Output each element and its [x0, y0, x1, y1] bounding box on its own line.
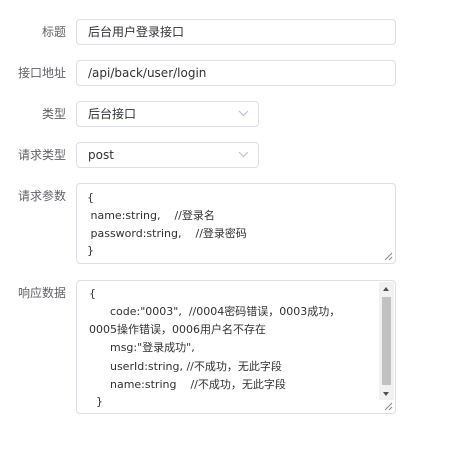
title-input[interactable]: 后台用户登录接口 [76, 19, 396, 45]
type-label: 类型 [41, 107, 66, 121]
scroll-down-icon[interactable] [383, 392, 389, 396]
response-textarea[interactable]: { code:"0003", //0004密码错误，0003成功， 0005操作… [76, 280, 396, 414]
response-line: code:"0003", //0004密码错误，0003成功， [89, 305, 341, 318]
resize-handle-icon[interactable] [384, 402, 393, 411]
params-line: { [87, 191, 94, 204]
chevron-down-icon [238, 110, 249, 117]
response-line: 0005操作错误，0006用户名不存在 [89, 323, 266, 336]
params-line: password:string, //登录密码 [87, 227, 247, 240]
params-textarea[interactable]: { name:string, //登录名 password:string, //… [76, 183, 396, 264]
response-line: { [89, 287, 96, 300]
params-line: } [87, 244, 94, 257]
response-line: } [89, 395, 103, 408]
scroll-thumb[interactable] [382, 297, 391, 385]
url-label: 接口地址 [17, 66, 66, 80]
params-line: name:string, //登录名 [87, 209, 215, 222]
type-select[interactable]: 后台接口 [76, 101, 259, 127]
url-input[interactable]: /api/back/user/login [76, 60, 396, 86]
vertical-scrollbar[interactable] [379, 282, 394, 400]
response-line: name:string //不成功，无此字段 [89, 378, 286, 391]
method-select-value: post [88, 148, 114, 162]
chevron-down-icon [238, 151, 249, 158]
method-select[interactable]: post [76, 142, 259, 168]
response-label: 响应数据 [17, 286, 66, 300]
title-label: 标题 [41, 25, 66, 39]
type-select-value: 后台接口 [88, 107, 137, 121]
response-line: msg:"登录成功", [89, 341, 195, 354]
params-label: 请求参数 [17, 189, 66, 203]
scroll-up-icon[interactable] [383, 287, 389, 291]
response-line: userId:string, //不成功，无此字段 [89, 360, 282, 373]
method-label: 请求类型 [17, 148, 66, 162]
resize-handle-icon[interactable] [384, 252, 393, 261]
